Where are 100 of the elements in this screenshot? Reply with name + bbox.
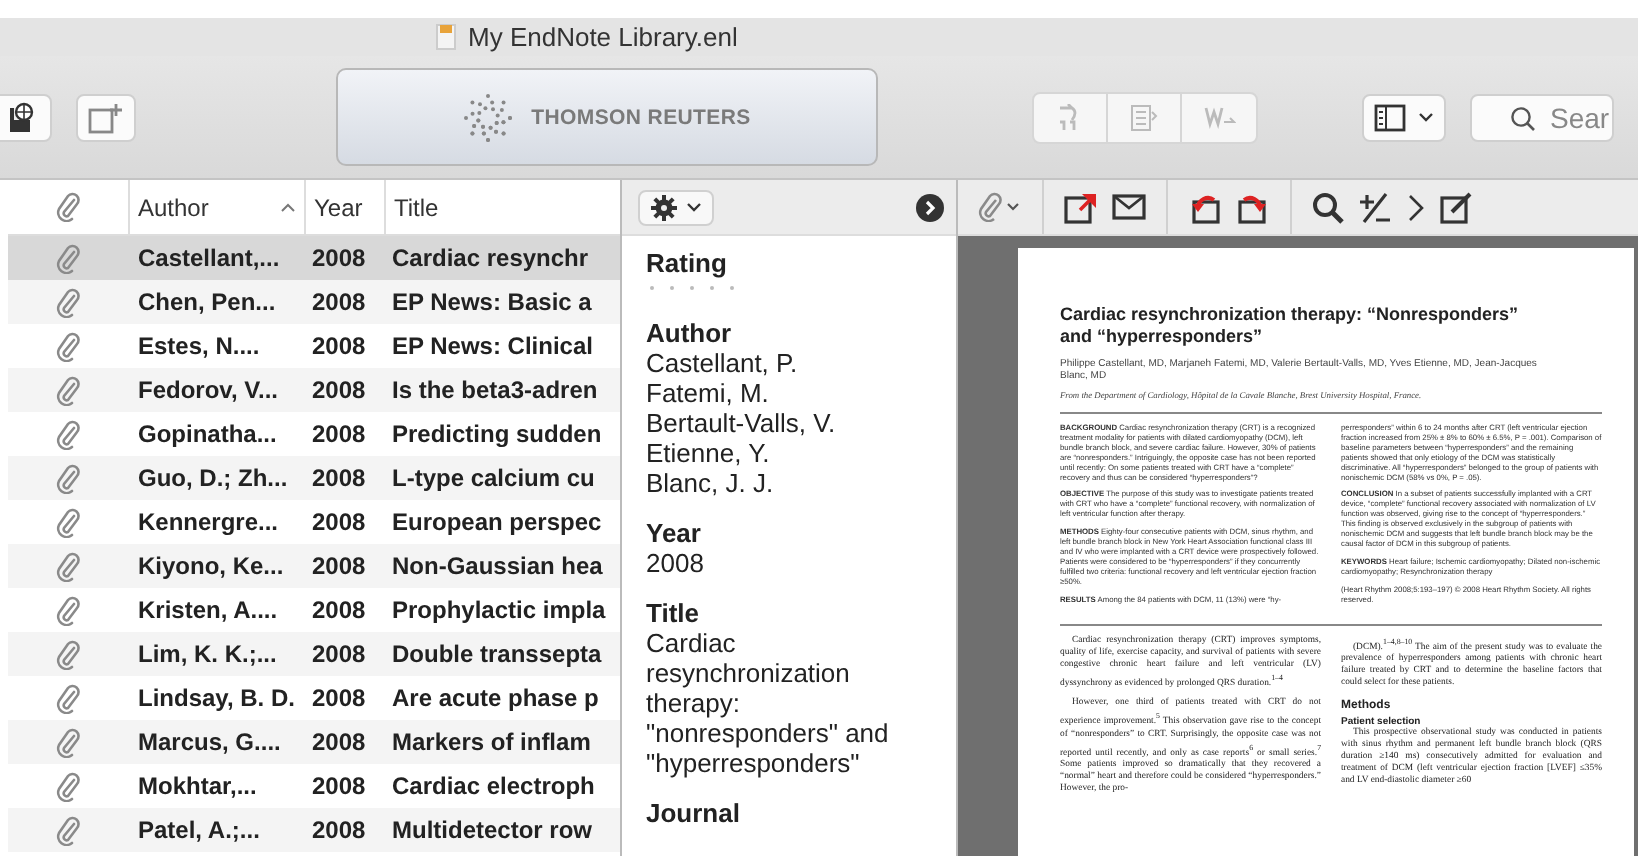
title-cell-text: Cardiac electroph — [390, 772, 597, 800]
reference-row[interactable]: Estes, N.... 2008 EP News: Clinical — [8, 324, 620, 368]
paperclip-icon — [56, 639, 80, 669]
title-cell-text: Prophylactic impla — [390, 596, 608, 624]
attachment-button[interactable] — [978, 187, 1022, 227]
paperclip-icon — [56, 463, 80, 493]
author-cell-text: Castellant,... — [136, 244, 282, 272]
year-cell-text: 2008 — [310, 816, 368, 844]
reference-row[interactable]: Patel, A.;... 2008 Multidetector row — [8, 808, 620, 852]
title-cell-text: EP News: Clinical — [390, 332, 595, 360]
gear-icon — [650, 193, 678, 221]
paperclip-icon — [56, 815, 80, 845]
globe-logo-icon — [463, 93, 512, 141]
forward-circle-icon[interactable] — [916, 193, 944, 221]
paperclip-icon — [56, 551, 80, 581]
field-label: Year — [646, 518, 703, 548]
title-cell-text: Markers of inflam — [390, 728, 593, 756]
document-list-icon — [1130, 103, 1158, 131]
year-cell-text: 2008 — [310, 244, 368, 272]
author-cell-text: Guo, D.; Zh... — [136, 464, 290, 492]
paperclip-icon — [56, 727, 80, 757]
author-cell-text: Kennergre... — [136, 508, 281, 536]
online-search-button[interactable] — [0, 93, 52, 141]
field-value[interactable]: Etienne, Y. — [646, 438, 920, 468]
reference-row[interactable]: Marcus, G.... 2008 Markers of inflam — [8, 720, 620, 764]
field-label: Title — [646, 598, 701, 628]
plus-minus-button[interactable] — [1358, 187, 1392, 227]
field-value[interactable]: Cardiac resynchronization therapy: "nonresponders" and "hyperresponders" — [646, 628, 920, 778]
year-cell-text: 2008 — [310, 552, 368, 580]
field-value[interactable]: Bertault-Valls, V. — [646, 408, 920, 438]
field-value[interactable]: Fatemi, M. — [646, 378, 920, 408]
title-cell-text: Is the beta3-adren — [390, 376, 600, 404]
reference-row[interactable]: Fedorov, V... 2008 Is the beta3-adren — [8, 368, 620, 412]
year-cell-text: 2008 — [310, 728, 368, 756]
title-cell-text: Multidetector row — [390, 816, 595, 844]
year-cell-text: 2008 — [310, 640, 368, 668]
paperclip-icon — [56, 595, 80, 625]
year-cell-text: 2008 — [310, 420, 368, 448]
field-value[interactable]: 2008 — [646, 548, 920, 578]
title-cell-text: Non-Gaussian hea — [390, 552, 605, 580]
author-cell-text: Chen, Pen... — [136, 288, 278, 316]
search-button[interactable] — [1312, 187, 1344, 227]
author-cell-text: Lim, K. K.;... — [136, 640, 279, 668]
reference-row[interactable]: Lindsay, B. D. 2008 Are acute phase p — [8, 676, 620, 720]
word-export-icon — [1203, 105, 1235, 129]
chevron-down-icon — [1418, 111, 1434, 123]
reference-row[interactable]: Castellant,... 2008 Cardiac resynchr — [8, 236, 620, 280]
title-cell-text: European perspec — [390, 508, 604, 536]
document-icon — [436, 24, 456, 50]
paperclip-icon — [56, 375, 80, 405]
chevron-down-icon — [686, 201, 702, 213]
year-cell-text: 2008 — [310, 332, 368, 360]
title-cell-text: L-type calcium cu — [390, 464, 597, 492]
author-cell-text: Estes, N.... — [136, 332, 262, 360]
year-cell-text: 2008 — [310, 596, 368, 624]
search-field[interactable]: Sear — [1470, 93, 1614, 141]
reference-row[interactable]: Guo, D.; Zh... 2008 L-type calcium cu — [8, 456, 620, 500]
reference-row[interactable]: Mokhtar,... 2008 Cardiac electroph — [8, 764, 620, 808]
new-document-icon — [88, 101, 124, 133]
title-cell-text: EP News: Basic a — [390, 288, 594, 316]
reference-row[interactable]: Chen, Pen... 2008 EP News: Basic a — [8, 280, 620, 324]
author-cell-text: Mokhtar,... — [136, 772, 259, 800]
window-title: My EndNote Library.enl — [468, 22, 738, 52]
layout-button[interactable] — [1362, 93, 1446, 141]
field-label: Rating — [646, 248, 729, 278]
paperclip-icon — [56, 192, 80, 222]
author-cell-text: Kristen, A.... — [136, 596, 280, 624]
year-cell-text: 2008 — [310, 508, 368, 536]
new-reference-button[interactable] — [76, 93, 136, 141]
reference-row[interactable]: Kennergre... 2008 European perspec — [8, 500, 620, 544]
reference-row[interactable]: Kristen, A.... 2008 Prophylactic impla — [8, 588, 620, 632]
field-value[interactable]: Blanc, J. J. — [646, 468, 920, 498]
title-cell-text: Cardiac resynchr — [390, 244, 591, 272]
reference-row[interactable]: Lim, K. K.;... 2008 Double transsepta — [8, 632, 620, 676]
paperclip-icon — [56, 419, 80, 449]
author-cell-text: Kiyono, Ke... — [136, 552, 286, 580]
edit-button[interactable] — [1440, 187, 1474, 227]
article-title: Cardiac resynchronization therapy: “Nonresponders” and “hyperresponders” — [1060, 304, 1520, 348]
year-cell-text: 2008 — [310, 288, 368, 316]
paperclip-icon — [56, 507, 80, 537]
title-cell-text: Are acute phase p — [390, 684, 601, 712]
title-cell-text: Predicting sudden — [390, 420, 604, 448]
year-cell-text: 2008 — [310, 684, 368, 712]
year-cell-text: 2008 — [310, 772, 368, 800]
paperclip-icon — [56, 683, 80, 713]
banner-text: THOMSON REUTERS — [531, 105, 751, 129]
field-label: Author — [646, 318, 734, 348]
settings-button[interactable] — [638, 189, 714, 225]
column-header[interactable]: Year — [304, 180, 384, 234]
title-cell-text: Double transsepta — [390, 640, 604, 668]
field-value[interactable]: Castellant, P. — [646, 348, 920, 378]
panel-layout-icon — [1374, 103, 1406, 131]
author-cell-text: Lindsay, B. D. — [136, 684, 297, 712]
reference-row[interactable]: Kiyono, Ke... 2008 Non-Gaussian hea — [8, 544, 620, 588]
globe-book-icon — [6, 101, 38, 133]
reference-row[interactable]: Gopinatha... 2008 Predicting sudden — [8, 412, 620, 456]
paperclip-icon — [56, 771, 80, 801]
author-cell-text: Patel, A.;... — [136, 816, 262, 844]
column-header[interactable]: Author — [128, 180, 304, 234]
field-label: Journal — [646, 798, 742, 828]
